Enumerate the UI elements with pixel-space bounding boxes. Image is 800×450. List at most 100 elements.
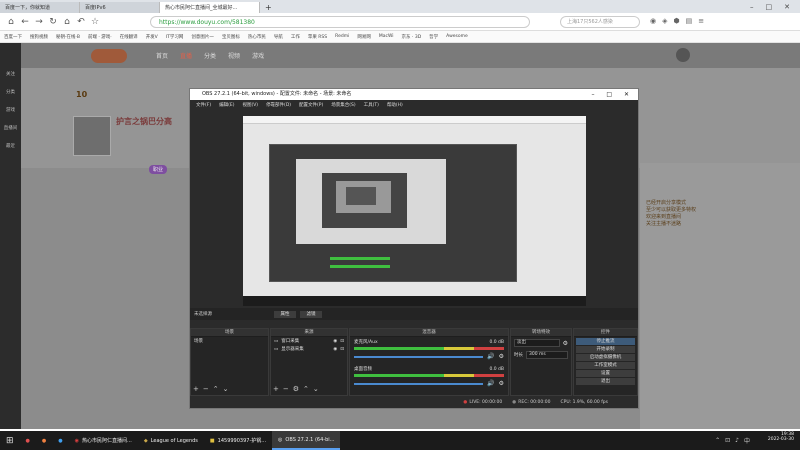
reload-icon[interactable]: ↻ [46,17,60,27]
taskbar-item[interactable]: ◆ League of Legends [138,431,204,450]
browser-tab[interactable]: 百度一下，你就知道 [0,2,80,13]
lock-icon[interactable]: ⊡ [340,347,344,352]
obs-menu-item[interactable]: 配置文件(P) [299,102,323,108]
bookmark-item[interactable]: 创意图片一 [191,34,214,40]
bookmark-item[interactable]: MacWi [379,34,394,39]
minimize-icon[interactable]: – [750,3,754,11]
start-recording-button[interactable]: 开始录制 [576,346,635,353]
url-input[interactable]: https://www.douyu.com/581380 [150,16,530,28]
duration-input[interactable]: 300 ms [526,351,568,359]
gear-icon[interactable]: ⚙ [293,385,299,393]
transition-select[interactable]: 淡出 [514,339,560,347]
remove-icon[interactable]: − [283,385,289,393]
home-icon[interactable]: ⌂ [4,17,18,27]
source-item[interactable]: ▭ 窗口采集 ◉ ⊡ [271,337,347,345]
bookmark-item[interactable]: 百度一下 [4,34,22,40]
streamer-avatar[interactable] [73,116,111,156]
minimize-icon[interactable]: – [591,91,594,98]
remove-icon[interactable]: − [203,385,209,393]
douyu-menu-item[interactable]: 视频 [228,51,240,60]
bookmark-item[interactable]: Awesome [446,34,468,39]
close-icon[interactable]: ✕ [784,3,790,11]
home-page-icon[interactable]: ⌂ [60,17,74,27]
left-nav-item[interactable]: 最近 [0,143,21,149]
bookmark-item[interactable]: 苹果 RSS [308,34,327,40]
move-down-icon[interactable]: ⌄ [313,385,319,393]
bookmark-item[interactable]: 热心市民 [248,34,266,40]
pinned-app-icon[interactable]: ● [36,431,52,450]
left-nav-item[interactable]: 游戏 [0,107,21,113]
studio-mode-button[interactable]: 工作室模式 [576,362,635,369]
bookmark-item[interactable]: 哲学 [429,34,438,40]
speaker-icon[interactable]: 🔊 [487,353,494,360]
start-icon[interactable]: ⊞ [0,431,20,450]
source-item[interactable]: ▭ 显示器采集 ◉ ⊡ [271,345,347,353]
visibility-icon[interactable]: ◉ [333,339,337,344]
douyu-menu-item[interactable]: 分类 [204,51,216,60]
extension-icon[interactable]: ◉ [650,17,656,25]
browser-tab-active[interactable]: 热心市民阿仁直播间_全城最好... [160,2,260,13]
move-up-icon[interactable]: ⌃ [213,385,219,393]
lock-icon[interactable]: ⊡ [340,339,344,344]
move-up-icon[interactable]: ⌃ [303,385,309,393]
browser-tab[interactable]: 百度IPv6 [80,2,160,13]
extension-icon[interactable]: ▤ [686,17,693,25]
bookmark-item[interactable]: 搜狗视频 [30,34,48,40]
properties-button[interactable]: 属性 [274,310,296,318]
douyu-menu-item[interactable]: 直播 [180,51,192,60]
pinned-app-icon[interactable]: ● [52,431,68,450]
bookmark-item[interactable]: 导航 [274,34,283,40]
gear-icon[interactable]: ⚙ [563,340,568,347]
scene-item[interactable]: 场景 [191,337,268,345]
bookmark-item[interactable]: 在线翻译 [120,34,138,40]
maximize-icon[interactable]: □ [606,91,612,98]
volume-slider[interactable] [354,382,484,385]
taskbar-item-obs[interactable]: ◎ OBS 27.2.1 (64-bi... [272,431,341,450]
bookmark-item[interactable]: 秘钥·在线·B [56,34,80,40]
obs-menu-item[interactable]: 编辑(E) [219,102,234,108]
gear-icon[interactable]: ⚙ [499,380,504,387]
close-icon[interactable]: ✕ [624,91,629,98]
back-icon[interactable]: ← [18,17,32,27]
ime-icon[interactable]: 中 [744,436,750,445]
obs-menu-item[interactable]: 场景集合(S) [331,102,355,108]
obs-menu-item[interactable]: 文件(F) [196,102,211,108]
gear-icon[interactable]: ⚙ [499,353,504,360]
exit-button[interactable]: 退出 [576,378,635,385]
obs-preview[interactable] [243,116,586,306]
virtual-camera-button[interactable]: 启动虚拟摄像机 [576,354,635,361]
obs-menu-item[interactable]: 停靠部件(D) [266,102,291,108]
speaker-icon[interactable]: 🔊 [487,380,494,387]
clock[interactable]: 19:38 2022-03-30 [768,432,794,442]
menu-icon[interactable]: ≡ [698,17,704,25]
forward-icon[interactable]: → [32,17,46,27]
star-icon[interactable]: ☆ [88,17,102,27]
bookmark-item[interactable]: 网易网 [357,34,371,40]
taskbar-item[interactable]: ■ 1459990397-护锅... [204,431,272,450]
add-icon[interactable]: + [193,385,199,393]
pinned-app-icon[interactable]: ● [20,431,36,450]
left-nav-item[interactable]: 分类 [0,89,21,95]
bookmark-item[interactable]: 宝贝图标 [222,34,240,40]
volume-slider[interactable] [354,355,484,358]
taskbar-item[interactable]: ◉ 热心市民阿仁直播间... [69,431,138,450]
visibility-icon[interactable]: ◉ [333,347,337,352]
bookmark-item[interactable]: 京东 · 3D [402,34,422,40]
new-tab-button[interactable]: + [260,2,277,13]
douyu-menu-item[interactable]: 游戏 [252,51,264,60]
obs-menu-item[interactable]: 视图(V) [242,102,258,108]
maximize-icon[interactable]: □ [766,3,773,11]
search-input[interactable]: 上海17只562人感染 [560,16,640,28]
bookmark-item[interactable]: 开发V [146,34,158,40]
extension-icon[interactable]: ◈ [662,17,667,25]
bookmark-item[interactable]: 工作 [291,34,300,40]
stop-streaming-button[interactable]: 停止推流 [576,338,635,345]
bookmark-item[interactable]: 前端 · 游戏· [88,34,112,40]
settings-button[interactable]: 设置 [576,370,635,377]
bookmark-item[interactable]: IT学习网 [166,34,184,40]
obs-menu-item[interactable]: 工具(T) [364,102,379,108]
extension-icon[interactable]: ⬢ [674,17,680,25]
filters-button[interactable]: 滤镜 [300,310,322,318]
volume-icon[interactable]: ♪ [735,437,739,444]
network-icon[interactable]: ⊡ [725,437,730,444]
